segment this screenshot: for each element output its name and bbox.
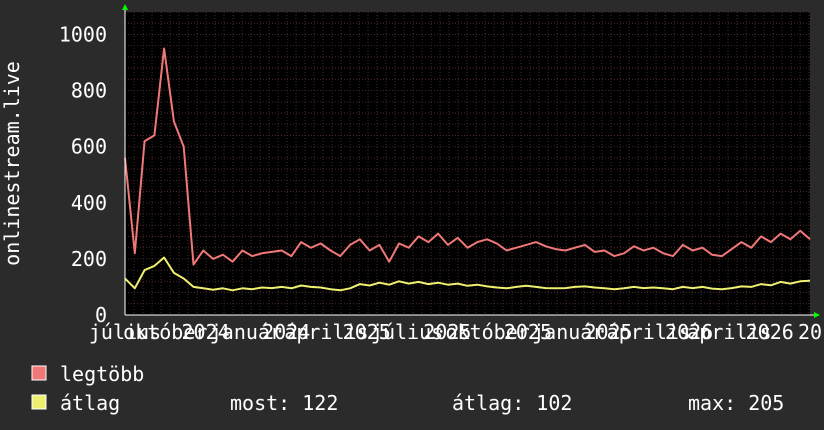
legend: legtöbb átlag most: 122 átlag: 102 max: … bbox=[31, 362, 784, 415]
stat-most: most: 122 bbox=[230, 391, 338, 415]
legend-swatch-legtobb bbox=[31, 365, 47, 381]
y-tick-label: 800 bbox=[71, 79, 107, 103]
legend-label-atlag: átlag bbox=[60, 391, 120, 415]
y-tick-label: 400 bbox=[71, 191, 107, 215]
y-tick-labels: 02004006008001000 bbox=[59, 22, 107, 327]
legend-swatch-atlag bbox=[31, 394, 47, 410]
stat-max: max: 205 bbox=[688, 391, 784, 415]
y-tick-label: 1000 bbox=[59, 22, 107, 46]
y-axis-arrow-icon bbox=[122, 4, 128, 10]
x-tick-label: 2026 bbox=[746, 320, 794, 344]
stat-atlag: átlag: 102 bbox=[452, 391, 572, 415]
y-tick-label: 200 bbox=[71, 247, 107, 271]
x-axis-arrow-icon bbox=[814, 312, 820, 318]
y-tick-label: 600 bbox=[71, 135, 107, 159]
x-tick-labels: júliusoktóber2024január2024április2025jú… bbox=[89, 320, 822, 344]
chart-canvas: 02004006008001000 júliusoktóber2024januá… bbox=[0, 4, 822, 415]
y-axis-label: onlinestream.live bbox=[0, 61, 24, 266]
legend-label-legtobb: legtöbb bbox=[60, 362, 144, 386]
x-tick-label: 20 bbox=[798, 320, 822, 344]
